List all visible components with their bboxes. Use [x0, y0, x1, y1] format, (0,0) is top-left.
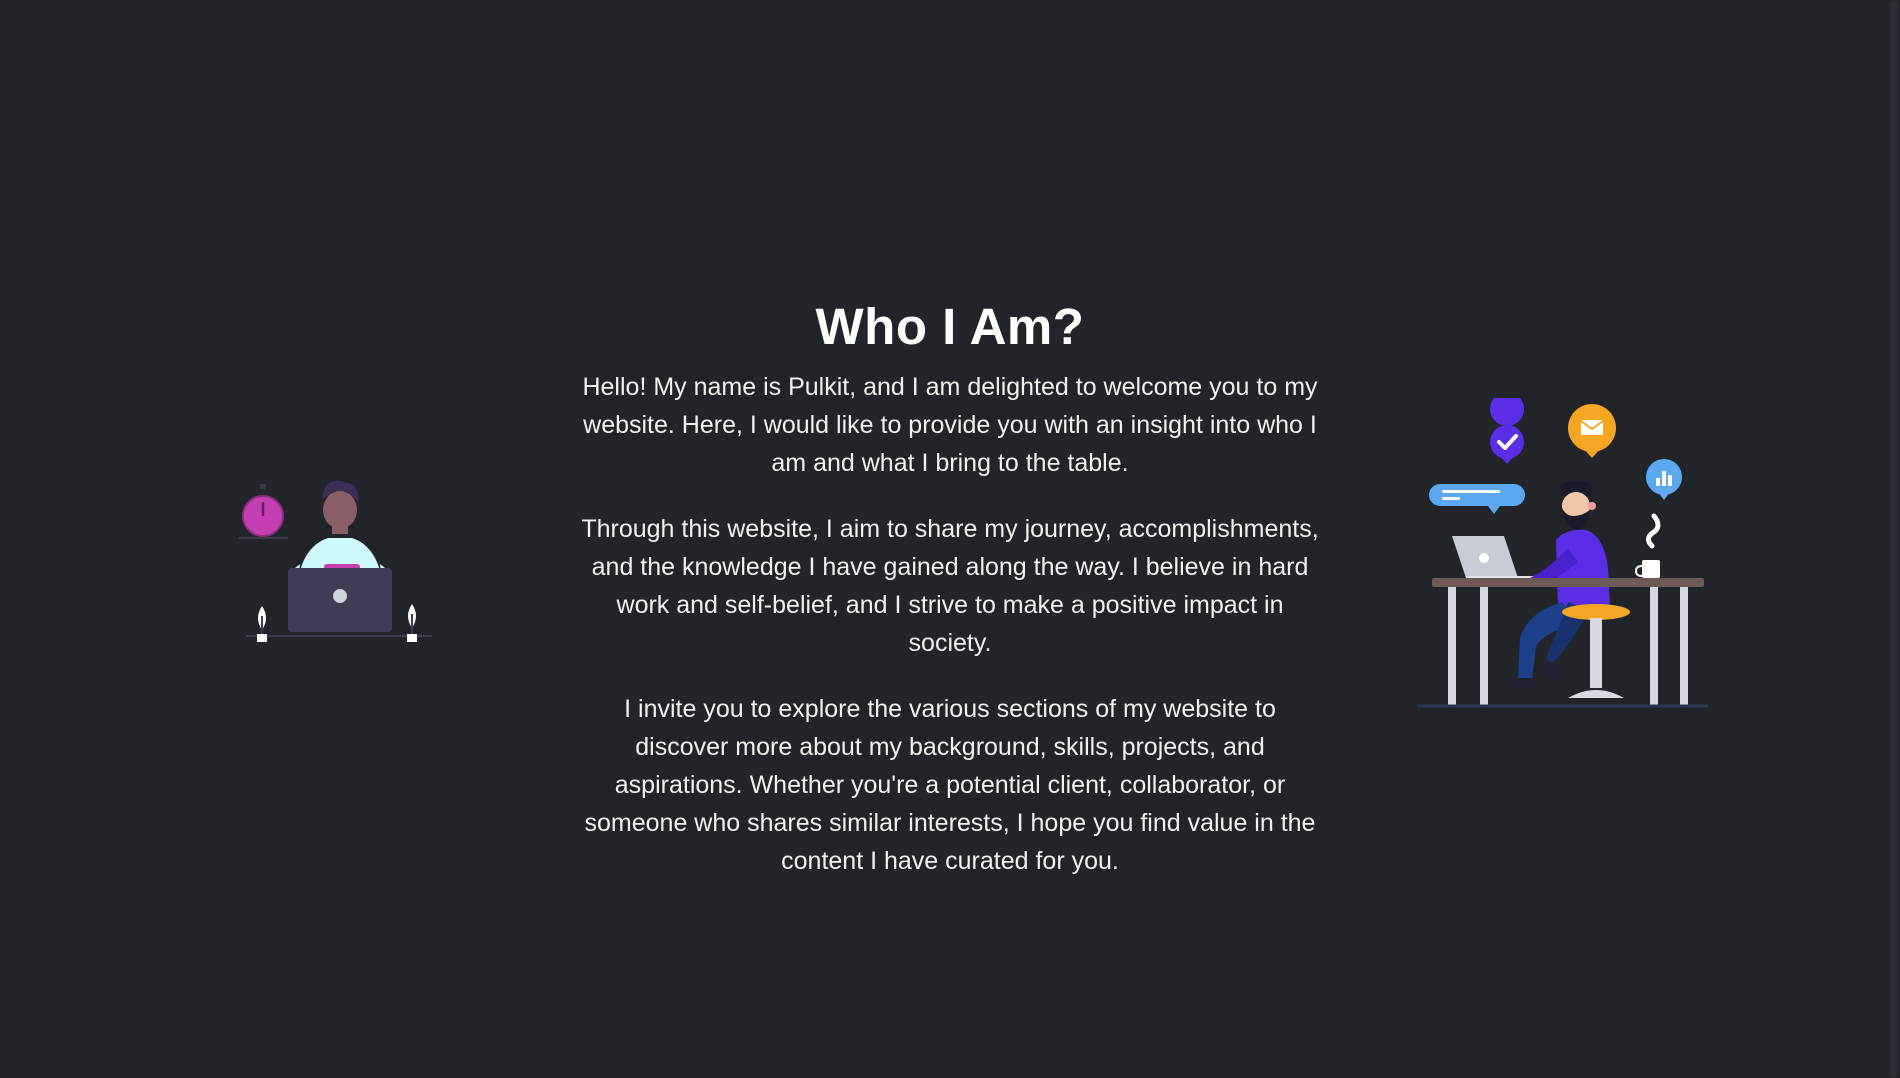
- invitation-paragraph: I invite you to explore the various sect…: [584, 695, 1316, 875]
- check-badge-icon: [1490, 398, 1525, 464]
- chart-icon: [1646, 459, 1682, 500]
- about-section: Who I Am? Hello! My name is Pulkit, and …: [575, 296, 1325, 908]
- person-at-laptop-illustration: [236, 478, 436, 648]
- plant-icon: [257, 606, 267, 642]
- plant-icon: [407, 604, 417, 642]
- about-page: Who I Am? Hello! My name is Pulkit, and …: [0, 0, 1900, 1078]
- journey-paragraph: Through this website, I aim to share my …: [581, 515, 1319, 657]
- scrollbar[interactable]: [1886, 0, 1900, 1078]
- section-title: Who I Am?: [815, 298, 1085, 355]
- message-icon: [1429, 484, 1525, 514]
- intro-paragraph: Hello! My name is Pulkit, and I am delig…: [582, 373, 1318, 477]
- developer-at-desk-illustration: [1418, 398, 1708, 710]
- scrollbar-thumb[interactable]: [1890, 0, 1898, 1078]
- mail-icon: [1568, 404, 1616, 458]
- clock-icon: [239, 484, 288, 539]
